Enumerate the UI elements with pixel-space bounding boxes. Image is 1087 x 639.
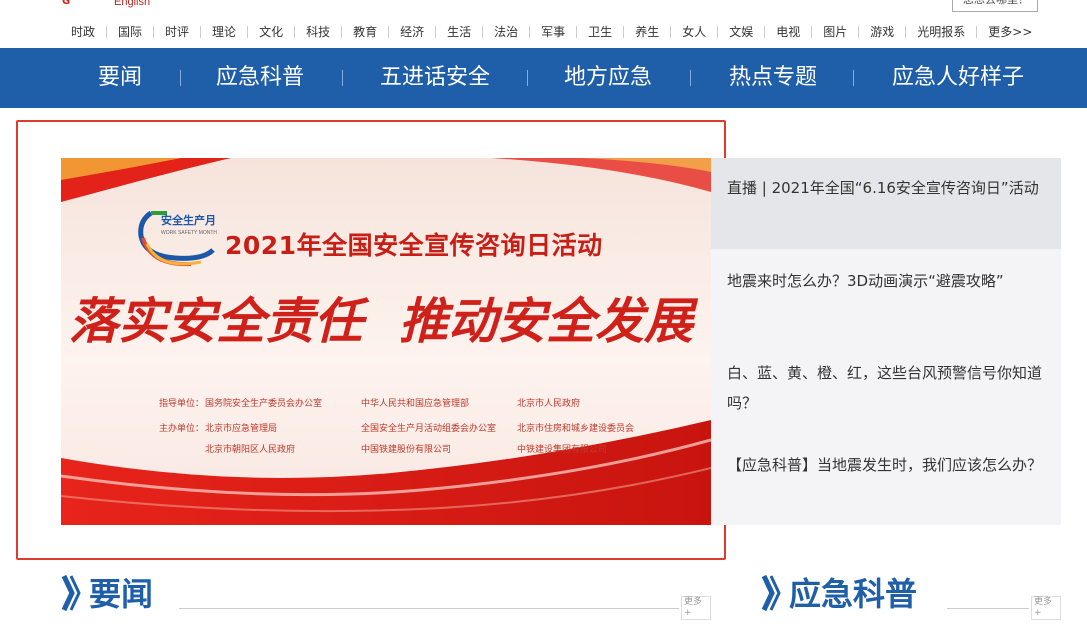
category-link[interactable]: 法治 bbox=[482, 26, 529, 38]
banner-logo-sub: WORK SAFETY MONTH bbox=[161, 230, 218, 236]
banner-credit: 国务院安全生产委员会办公室 bbox=[205, 399, 323, 409]
nav-divider bbox=[527, 70, 528, 86]
main-nav-item[interactable]: 五进话安全 bbox=[360, 48, 510, 108]
main-nav: 要闻 应急科普 五进话安全 地方应急 热点专题 应急人好样子 bbox=[0, 48, 1087, 108]
nav-divider bbox=[342, 70, 343, 86]
category-link[interactable]: 时政 bbox=[60, 26, 106, 38]
carousel-banner[interactable]: 安全生产月 WORK SAFETY MONTH 2021年全国安全宣传咨询日活动… bbox=[61, 158, 711, 525]
category-link[interactable]: 图片 bbox=[811, 26, 858, 38]
category-link[interactable]: 国际 bbox=[106, 26, 153, 38]
category-link[interactable]: 电视 bbox=[764, 26, 811, 38]
banner-credit: 中铁建设集团有限公司 bbox=[517, 445, 608, 455]
main-nav-item[interactable]: 地方应急 bbox=[540, 48, 676, 108]
category-link[interactable]: 科技 bbox=[294, 26, 341, 38]
more-button[interactable]: 更多+ bbox=[681, 596, 711, 620]
site-logo[interactable]: G bbox=[62, 0, 106, 10]
banner-credit: 中国铁建股份有限公司 bbox=[361, 445, 452, 455]
news-item[interactable]: 直播 | 2021年全国“6.16安全宣传咨询日”活动 bbox=[711, 158, 1061, 249]
category-link[interactable]: 游戏 bbox=[858, 26, 905, 38]
category-link[interactable]: 经济 bbox=[388, 26, 435, 38]
more-categories-link[interactable]: 更多>> bbox=[976, 26, 1043, 38]
section-header-news: 要闻 更多+ bbox=[61, 572, 711, 620]
banner-credit: 北京市住房和城乡建设委员会 bbox=[517, 424, 635, 434]
nav-divider bbox=[690, 70, 691, 86]
category-link[interactable]: 生活 bbox=[435, 26, 482, 38]
main-nav-item[interactable]: 应急人好样子 bbox=[870, 48, 1046, 108]
news-item[interactable]: 白、蓝、黄、橙、红，这些台风预警信号你知道吗？ bbox=[711, 342, 1061, 434]
banner-logo-text: 安全生产月 bbox=[161, 214, 216, 227]
more-button[interactable]: 更多+ bbox=[1031, 596, 1061, 620]
section-title[interactable]: 要闻 bbox=[89, 574, 153, 614]
nav-divider bbox=[180, 70, 181, 86]
banner-credit: 北京市朝阳区人民政府 bbox=[205, 445, 296, 455]
category-link[interactable]: 女人 bbox=[670, 26, 717, 38]
section-divider bbox=[947, 608, 1029, 609]
banner-credit: 北京市人民政府 bbox=[517, 399, 581, 409]
english-link[interactable]: English bbox=[114, 0, 150, 8]
carousel-news-list: 直播 | 2021年全国“6.16安全宣传咨询日”活动 地震来时怎么办？3D动画… bbox=[711, 158, 1061, 525]
banner-host-label: 主办单位： bbox=[159, 424, 205, 434]
category-link[interactable]: 文化 bbox=[247, 26, 294, 38]
category-link[interactable]: 养生 bbox=[623, 26, 670, 38]
category-nav: 时政 国际 时评 理论 文化 科技 教育 经济 生活 法治 军事 卫生 养生 女… bbox=[60, 21, 1043, 43]
category-link[interactable]: 理论 bbox=[200, 26, 247, 38]
gmw-logo-icon: G bbox=[62, 0, 71, 7]
banner-slogan-left: 落实安全责任 bbox=[69, 292, 364, 350]
main-nav-item[interactable]: 要闻 bbox=[60, 48, 180, 108]
banner-headline: 2021年全国安全宣传咨询日活动 bbox=[225, 231, 603, 260]
nav-divider bbox=[853, 70, 854, 86]
category-link[interactable]: 军事 bbox=[529, 26, 576, 38]
main-nav-item[interactable]: 应急科普 bbox=[190, 48, 330, 108]
category-link[interactable]: 卫生 bbox=[576, 26, 623, 38]
banner-credit: 中华人民共和国应急管理部 bbox=[361, 399, 470, 409]
search-box[interactable]: 您想去哪里？ bbox=[952, 0, 1038, 12]
category-link[interactable]: 光明报系 bbox=[905, 26, 976, 38]
news-item[interactable]: 地震来时怎么办？3D动画演示“避震攻略” bbox=[711, 249, 1061, 342]
category-link[interactable]: 文娱 bbox=[717, 26, 764, 38]
banner-guide-label: 指导单位： bbox=[159, 399, 205, 409]
category-link[interactable]: 时评 bbox=[153, 26, 200, 38]
section-divider bbox=[179, 608, 679, 609]
main-nav-item[interactable]: 热点专题 bbox=[700, 48, 846, 108]
banner-credit: 北京市应急管理局 bbox=[205, 424, 278, 434]
news-item[interactable]: 【应急科普】当地震发生时，我们应该怎么办？ bbox=[711, 434, 1061, 525]
banner-credit: 全国安全生产月活动组委会办公室 bbox=[361, 424, 497, 434]
top-bar: G English 您想去哪里？ bbox=[0, 0, 1087, 12]
category-link[interactable]: 教育 bbox=[341, 26, 388, 38]
section-title[interactable]: 应急科普 bbox=[789, 574, 917, 614]
section-header-emergency-science: 应急科普 更多+ bbox=[761, 572, 1061, 620]
chevron-right-icon bbox=[761, 574, 781, 612]
banner-slogan-right: 推动安全发展 bbox=[399, 292, 694, 350]
chevron-right-icon bbox=[61, 574, 81, 612]
